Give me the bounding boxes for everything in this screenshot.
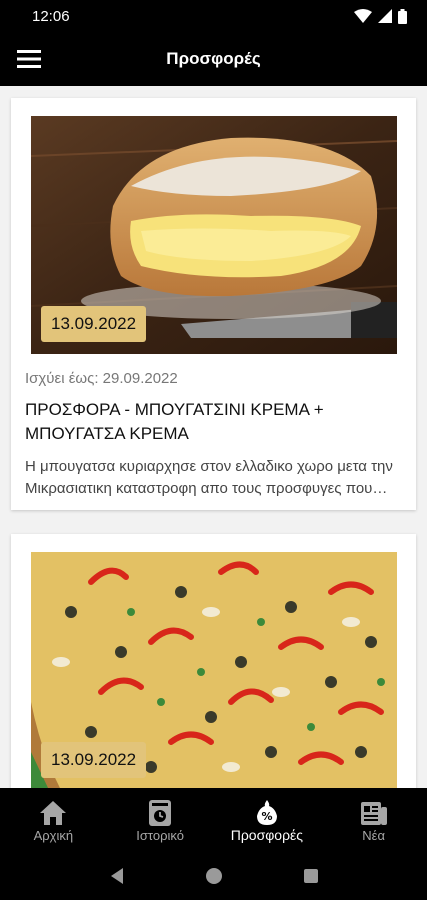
page-title: Προσφορές bbox=[166, 49, 261, 68]
home-icon bbox=[40, 800, 67, 825]
bougatsa-photo: 13.09.2022 bbox=[31, 116, 397, 354]
pizza-photo: 13.09.2022 bbox=[31, 552, 397, 788]
nav-label-history: Ιστορικό bbox=[136, 827, 184, 843]
nav-label-news: Νέα bbox=[362, 827, 385, 843]
nav-label-home: Αρχική bbox=[33, 827, 74, 843]
svg-text:%: % bbox=[261, 810, 272, 823]
nav-item-history[interactable]: Ιστορικό bbox=[110, 798, 210, 843]
status-icons bbox=[354, 8, 407, 24]
offers-list[interactable]: 13.09.2022 Ισχύει έως: 29.09.2022 ΠΡΟΣΦΟ… bbox=[0, 86, 427, 788]
offer-title: ΠΡΟΣΦΟΡΑ - ΜΠΟΥΓΑΤΣΙΝΙ ΚΡΕΜΑ + ΜΠΟΥΓΑΤΣΑ… bbox=[25, 400, 324, 443]
app-bar: Προσφορές bbox=[0, 32, 427, 86]
offer-card[interactable]: 13.09.2022 bbox=[11, 534, 416, 788]
nav-label-offers: Προσφορές bbox=[230, 827, 304, 843]
hamburger-menu-icon bbox=[17, 50, 41, 68]
nav-item-offers[interactable]: % Προσφορές bbox=[217, 797, 317, 843]
back-icon[interactable] bbox=[109, 867, 125, 885]
system-nav-bar bbox=[0, 852, 427, 900]
signal-icon bbox=[378, 9, 392, 23]
news-icon bbox=[360, 801, 387, 825]
wifi-icon bbox=[354, 9, 372, 23]
home-circle-icon[interactable] bbox=[205, 867, 223, 885]
history-icon bbox=[149, 799, 172, 826]
offers-icon: % bbox=[256, 800, 277, 825]
valid-until-text: Ισχύει έως: 29.09.2022 bbox=[25, 370, 178, 387]
status-bar: 12:06 bbox=[0, 0, 427, 32]
bottom-nav: Αρχική Ιστορικό % Προσφορές Νέα bbox=[0, 788, 427, 852]
offer-description: Η μπουγατσα κυριαρχησε στον ελλαδικο χωρ… bbox=[25, 458, 393, 497]
menu-button[interactable] bbox=[16, 46, 42, 72]
nav-item-home[interactable]: Αρχική bbox=[3, 798, 103, 843]
nav-item-news[interactable]: Νέα bbox=[324, 798, 424, 843]
date-badge: 13.09.2022 bbox=[41, 306, 147, 342]
date-badge: 13.09.2022 bbox=[41, 742, 147, 778]
status-time: 12:06 bbox=[32, 7, 70, 25]
offer-card[interactable]: 13.09.2022 Ισχύει έως: 29.09.2022 ΠΡΟΣΦΟ… bbox=[11, 98, 416, 510]
recents-icon[interactable] bbox=[303, 868, 319, 884]
battery-icon bbox=[398, 8, 407, 24]
